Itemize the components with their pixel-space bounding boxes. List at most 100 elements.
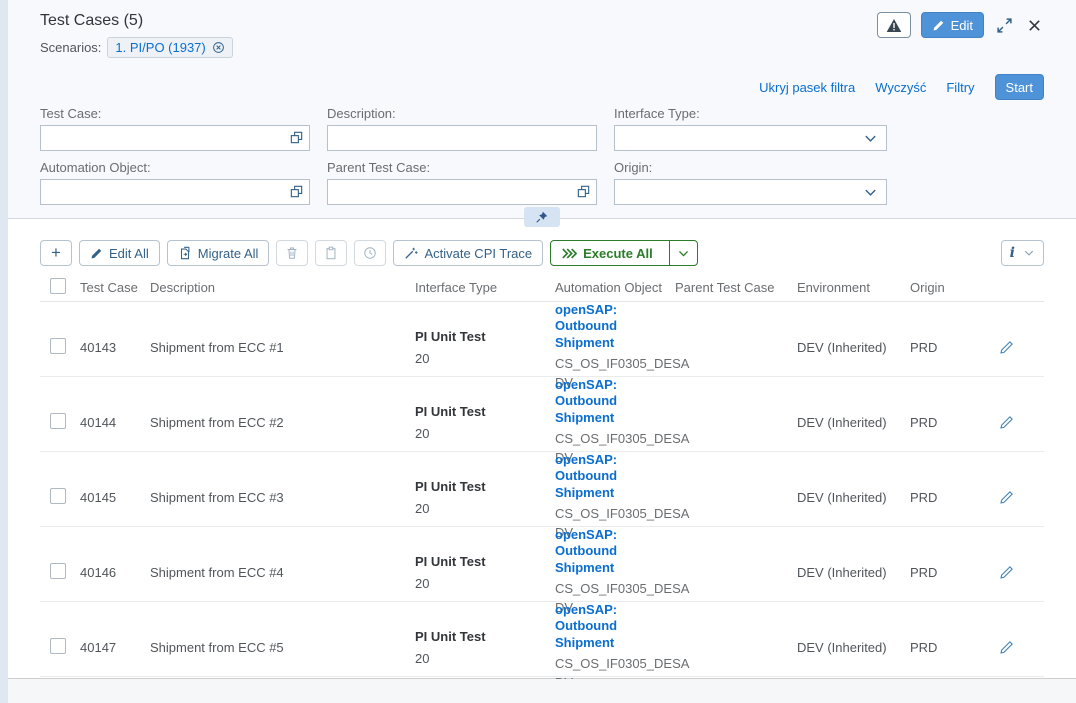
trash-icon	[285, 246, 299, 260]
row-checkbox[interactable]	[50, 488, 66, 504]
test-case-input[interactable]	[40, 125, 310, 151]
row-edit-button[interactable]	[995, 636, 1018, 659]
cell-description: Shipment from ECC #3	[150, 490, 415, 505]
filter-field-description: Description:	[327, 106, 597, 151]
column-header-origin[interactable]: Origin	[910, 280, 995, 295]
info-menu-button[interactable]: i	[1001, 240, 1044, 266]
cell-origin: PRD	[910, 415, 995, 430]
execute-all-button[interactable]: Execute All	[550, 240, 698, 266]
column-header-environment[interactable]: Environment	[797, 280, 910, 295]
automation-object-link[interactable]: openSAP: Outbound Shipment	[555, 527, 667, 576]
table-row[interactable]: 40147 Shipment from ECC #5 PI Unit Test …	[40, 602, 1044, 677]
filters-link[interactable]: Filtry	[946, 80, 974, 95]
paste-button[interactable]	[315, 240, 347, 266]
cell-environment: DEV (Inherited)	[797, 490, 910, 505]
execute-all-main[interactable]: Execute All	[551, 241, 663, 265]
row-checkbox[interactable]	[50, 413, 66, 429]
table-row[interactable]: 40146 Shipment from ECC #4 PI Unit Test …	[40, 527, 1044, 602]
automation-object-link[interactable]: openSAP: Outbound Shipment	[555, 302, 667, 351]
table-toolbar: + Edit All Migrate All	[40, 240, 1044, 266]
interface-type-select[interactable]	[614, 125, 887, 151]
description-input[interactable]	[327, 125, 597, 151]
cell-test-case: 40144	[80, 415, 150, 430]
cell-interface-type: PI Unit Test 20	[415, 404, 555, 441]
pushpin-icon	[535, 210, 549, 224]
pencil-icon	[932, 19, 945, 32]
triple-chevron-icon	[561, 247, 577, 260]
table-row[interactable]: 40143 Shipment from ECC #1 PI Unit Test …	[40, 302, 1044, 377]
row-edit-button[interactable]	[995, 486, 1018, 509]
warnings-button[interactable]	[877, 12, 911, 38]
automation-object-link[interactable]: openSAP: Outbound Shipment	[555, 452, 667, 501]
cell-test-case: 40143	[80, 340, 150, 355]
activate-cpi-trace-label: Activate CPI Trace	[424, 246, 532, 261]
cell-test-case: 40147	[80, 640, 150, 655]
close-button[interactable]	[1025, 16, 1044, 35]
expand-button[interactable]	[994, 15, 1015, 36]
column-header-parent-test-case[interactable]: Parent Test Case	[675, 280, 797, 295]
start-button[interactable]: Start	[995, 74, 1044, 100]
cell-environment: DEV (Inherited)	[797, 640, 910, 655]
pencil-icon	[999, 415, 1014, 430]
cell-origin: PRD	[910, 340, 995, 355]
cell-test-case: 40145	[80, 490, 150, 505]
value-help-icon[interactable]	[289, 184, 304, 199]
execute-all-dropdown[interactable]	[669, 241, 697, 265]
cell-origin: PRD	[910, 490, 995, 505]
table-row[interactable]: 40144 Shipment from ECC #2 PI Unit Test …	[40, 377, 1044, 452]
edit-button-label: Edit	[951, 18, 973, 33]
select-all-checkbox[interactable]	[50, 278, 66, 294]
clipboard-icon	[324, 246, 338, 260]
edit-all-button[interactable]: Edit All	[79, 240, 160, 266]
cell-description: Shipment from ECC #4	[150, 565, 415, 580]
remove-token-icon[interactable]	[212, 41, 225, 54]
filter-label-automation-object: Automation Object:	[40, 160, 310, 175]
scenario-token[interactable]: 1. PI/PO (1937)	[107, 37, 232, 58]
activate-cpi-trace-button[interactable]: Activate CPI Trace	[393, 240, 543, 266]
automation-object-link[interactable]: openSAP: Outbound Shipment	[555, 602, 667, 651]
scenario-token-text: 1. PI/PO (1937)	[115, 40, 205, 55]
test-cases-dialog: Test Cases (5) Scenarios: 1. PI/PO (1937…	[8, 0, 1076, 679]
column-header-interface-type[interactable]: Interface Type	[415, 280, 555, 295]
row-edit-button[interactable]	[995, 336, 1018, 359]
row-edit-button[interactable]	[995, 561, 1018, 584]
edit-button[interactable]: Edit	[921, 12, 984, 38]
row-checkbox[interactable]	[50, 563, 66, 579]
filter-field-interface-type: Interface Type:	[614, 106, 887, 151]
header-actions: Edit	[877, 10, 1044, 38]
pencil-icon	[999, 340, 1014, 355]
cell-interface-type: PI Unit Test 20	[415, 629, 555, 666]
row-checkbox[interactable]	[50, 638, 66, 654]
chevron-down-icon	[863, 131, 878, 146]
automation-object-link[interactable]: openSAP: Outbound Shipment	[555, 377, 667, 426]
add-button[interactable]: +	[40, 240, 72, 266]
pencil-icon	[999, 490, 1014, 505]
migrate-all-button[interactable]: Migrate All	[167, 240, 270, 266]
column-header-automation-object[interactable]: Automation Object	[555, 280, 675, 295]
migrate-icon	[178, 246, 192, 260]
table-body: 40143 Shipment from ECC #1 PI Unit Test …	[40, 302, 1044, 677]
clear-link[interactable]: Wyczyść	[875, 80, 926, 95]
cell-environment: DEV (Inherited)	[797, 415, 910, 430]
page-title: Test Cases (5)	[40, 10, 233, 30]
parent-test-case-input[interactable]	[327, 179, 597, 205]
value-help-icon[interactable]	[289, 130, 304, 145]
column-header-description[interactable]: Description	[150, 280, 415, 295]
origin-select[interactable]	[614, 179, 887, 205]
row-edit-button[interactable]	[995, 411, 1018, 434]
filter-label-description: Description:	[327, 106, 597, 121]
test-cases-table: Test Case Description Interface Type Aut…	[40, 274, 1044, 677]
hide-filter-bar-link[interactable]: Ukryj pasek filtra	[759, 80, 855, 95]
row-checkbox[interactable]	[50, 338, 66, 354]
chevron-down-icon	[1023, 247, 1035, 259]
value-help-icon[interactable]	[576, 184, 591, 199]
delete-button[interactable]	[276, 240, 308, 266]
table-row[interactable]: 40145 Shipment from ECC #3 PI Unit Test …	[40, 452, 1044, 527]
column-header-test-case[interactable]: Test Case	[80, 280, 150, 295]
pin-filter-bar-button[interactable]	[524, 207, 560, 227]
filter-label-test-case: Test Case:	[40, 106, 310, 121]
cell-environment: DEV (Inherited)	[797, 340, 910, 355]
history-button[interactable]	[354, 240, 386, 266]
table-section: + Edit All Migrate All	[8, 219, 1076, 677]
automation-object-input[interactable]	[40, 179, 310, 205]
